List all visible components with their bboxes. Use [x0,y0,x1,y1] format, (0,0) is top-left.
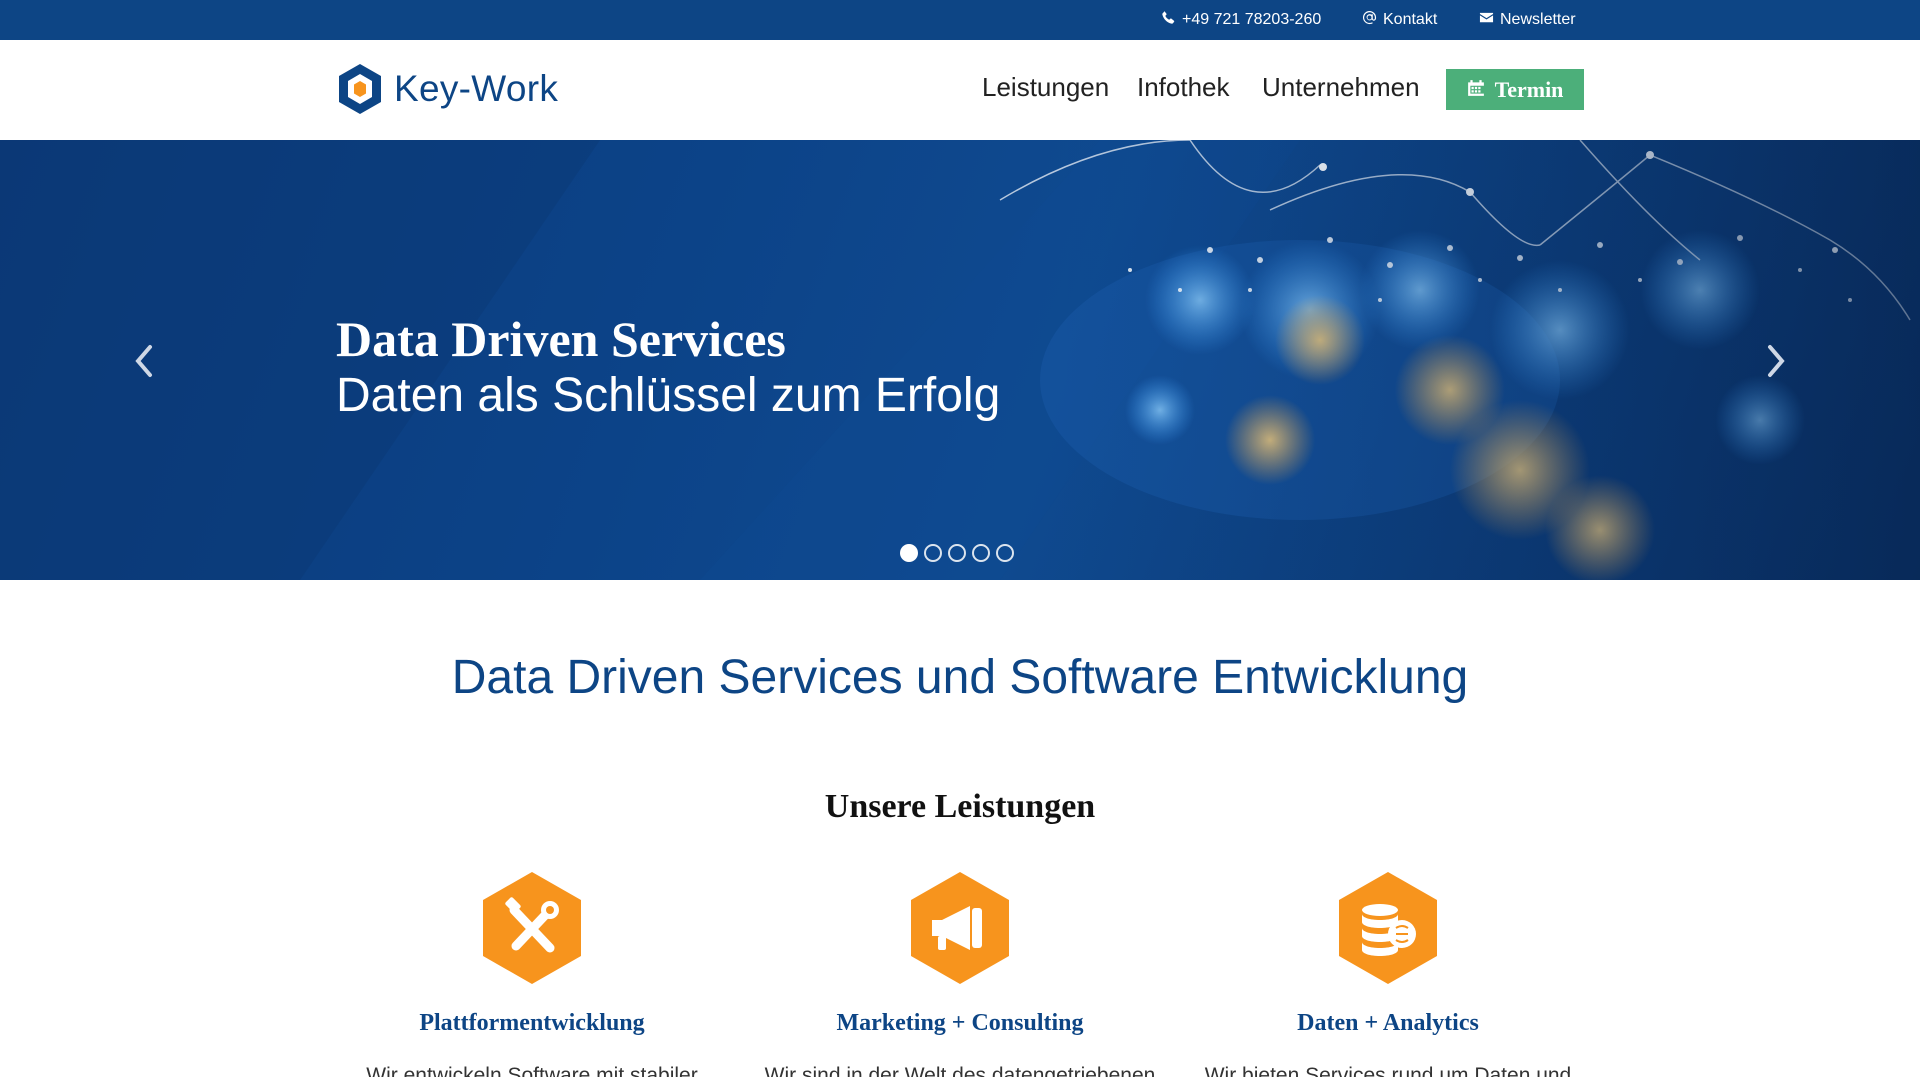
carousel-prev-button[interactable] [124,336,164,386]
phone-link[interactable]: +49 721 78203-260 [1161,0,1321,40]
service-title[interactable]: Daten + Analytics [1178,1010,1598,1037]
carousel-dot[interactable] [924,544,942,562]
megaphone-icon[interactable] [908,870,1012,986]
carousel-dot[interactable] [972,544,990,562]
section-title: Unsere Leistungen [824,788,1096,825]
service-text: Wir bieten Services rund um Daten und [1204,1064,1572,1077]
phone-icon [1161,10,1176,30]
newsletter-link[interactable]: Newsletter [1479,0,1576,40]
top-bar: +49 721 78203-260 Kontakt Newsletter [0,0,1920,40]
service-card: Plattformentwicklung Wir entwickeln Soft… [322,870,742,1077]
site-header: Key-Work Leistungen Infothek Unternehmen… [0,40,1920,140]
hero-title: Data Driven Services [336,311,786,367]
service-title[interactable]: Marketing + Consulting [750,1010,1170,1037]
newsletter-label: Newsletter [1500,11,1576,28]
carousel-dot[interactable] [948,544,966,562]
hero-subtitle: Daten als Schlüssel zum Erfolg [336,369,1001,422]
chevron-left-icon [135,345,152,377]
logo[interactable]: Key-Work [336,62,558,116]
carousel-indicators [900,544,1014,562]
tools-icon[interactable] [480,870,584,986]
database-brain-icon[interactable] [1336,870,1440,986]
nav-infothek[interactable]: Infothek [1137,72,1230,103]
envelope-icon [1479,10,1494,30]
service-card: Marketing + Consulting Wir sind in der W… [750,870,1170,1077]
carousel-next-button[interactable] [1756,336,1796,386]
carousel-dot[interactable] [900,544,918,562]
service-title[interactable]: Plattformentwicklung [322,1010,742,1037]
fiber-optics-background [0,140,1920,580]
at-icon [1362,10,1377,30]
nav-unternehmen[interactable]: Unternehmen [1262,72,1420,103]
service-text: Wir sind in der Welt des datengetriebene… [764,1064,1156,1077]
carousel-dot[interactable] [996,544,1014,562]
termin-label: Termin [1494,76,1564,102]
phone-number: +49 721 78203-260 [1182,11,1322,28]
service-card: Daten + Analytics Wir bieten Services ru… [1178,870,1598,1077]
chevron-right-icon [1768,345,1785,377]
contact-label: Kontakt [1383,11,1438,28]
contact-link[interactable]: Kontakt [1362,0,1437,40]
hero-carousel: Data Driven Services Daten als Schlüssel… [0,140,1920,580]
service-text: Wir entwickeln Software mit stabiler [366,1064,698,1077]
hexagon-logo-icon [339,64,381,114]
logo-text: Key-Work [394,68,559,109]
termin-button[interactable]: Termin [1446,69,1584,110]
calendar-icon [1467,77,1485,103]
page-title: Data Driven Services und Software Entwic… [451,651,1469,704]
nav-leistungen[interactable]: Leistungen [982,72,1109,103]
